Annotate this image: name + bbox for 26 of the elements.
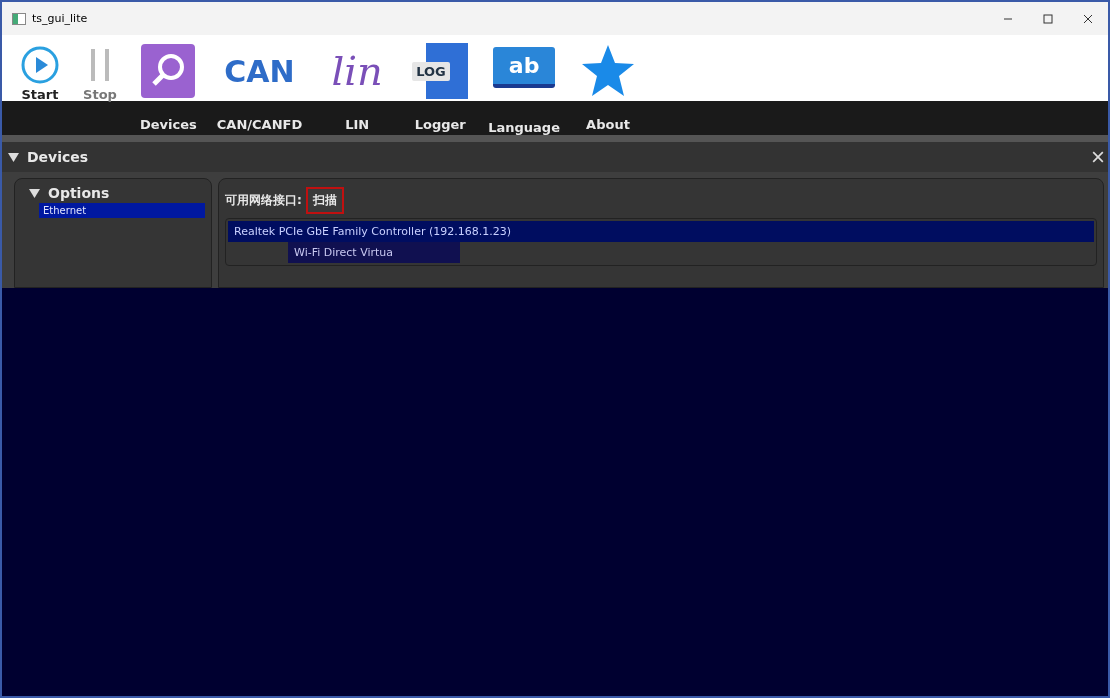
- lin-logo: lin: [330, 47, 384, 96]
- panel-title: Devices: [27, 149, 89, 165]
- options-item[interactable]: Ethernet: [39, 203, 205, 218]
- toolbar-button[interactable]: Start: [10, 35, 70, 135]
- star-icon: [580, 43, 636, 99]
- toolbar-button[interactable]: LOG Logger: [402, 35, 479, 135]
- magnifier-icon: [140, 43, 197, 99]
- toolbar-button[interactable]: Devices: [130, 35, 207, 135]
- window-title: ts_gui_lite: [32, 12, 88, 25]
- toolbar-button[interactable]: About: [570, 35, 646, 135]
- panel-header[interactable]: Devices: [2, 142, 1108, 172]
- scan-button[interactable]: 扫描: [305, 187, 344, 214]
- maximize-icon[interactable]: [1043, 13, 1053, 24]
- app-icon: [12, 12, 26, 25]
- text-box-icon: ab: [493, 47, 556, 88]
- toolbar-button[interactable]: CAN CAN/CANFD: [206, 35, 313, 135]
- toolbar-button[interactable]: ab Language: [478, 35, 570, 135]
- log-file-icon: LOG: [412, 43, 469, 99]
- options-title: Options: [48, 185, 110, 201]
- interface-item[interactable]: Realtek PCIe GbE Family Controller (192.168.1.23): [228, 221, 1094, 242]
- close-icon[interactable]: [1083, 13, 1093, 24]
- toolbar-button[interactable]: lin LIN: [312, 35, 403, 135]
- play-icon: [20, 45, 60, 85]
- can-logo: CAN: [223, 52, 296, 91]
- interface-item[interactable]: Wi-Fi Direct Virtua: [288, 242, 460, 263]
- interfaces-label: 可用网络接口:: [225, 192, 302, 209]
